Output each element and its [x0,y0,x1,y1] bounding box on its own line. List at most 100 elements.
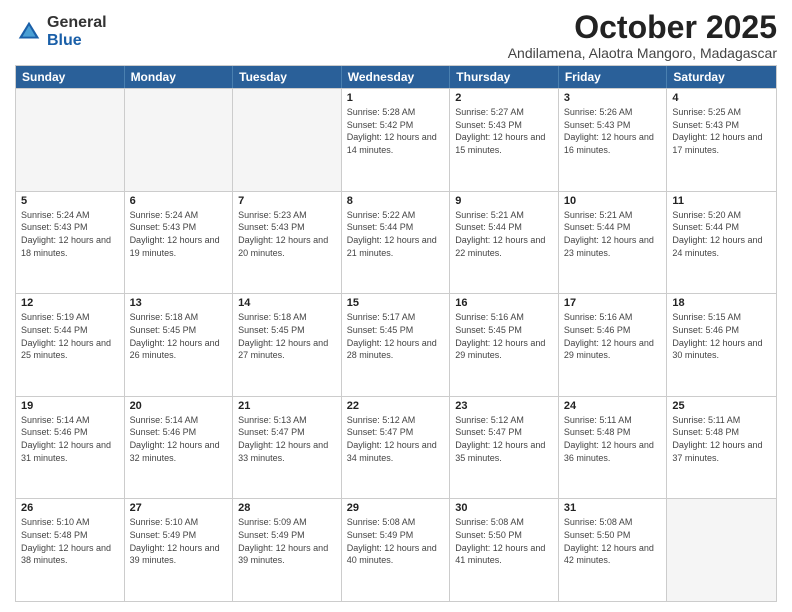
day-number: 2 [455,92,553,104]
day-info: Sunrise: 5:23 AM Sunset: 5:43 PM Dayligh… [238,209,336,259]
day-info: Sunrise: 5:14 AM Sunset: 5:46 PM Dayligh… [130,414,228,464]
day-info: Sunrise: 5:18 AM Sunset: 5:45 PM Dayligh… [130,311,228,361]
day-cell: 11Sunrise: 5:20 AM Sunset: 5:44 PM Dayli… [667,192,776,294]
day-number: 25 [672,400,771,412]
day-cell: 26 Sunrise: 5:10 AM Sunset: 5:48 PM Dayli… [16,499,125,601]
day-info: Sunrise: 5:08 AM Sunset: 5:50 PM Dayligh… [455,516,553,566]
day-info: Sunrise: 5:08 AM Sunset: 5:49 PM Dayligh… [347,516,445,566]
day-info: Sunrise: 5:11 AM Sunset: 5:48 PM Dayligh… [672,414,771,464]
logo-general: General [47,14,107,32]
day-header: Wednesday [342,66,451,88]
day-header: Thursday [450,66,559,88]
month-title: October 2025 [508,10,777,45]
day-number: 12 [21,297,119,309]
day-headers: SundayMondayTuesdayWednesdayThursdayFrid… [16,66,776,88]
day-info: Sunrise: 5:10 AM Sunset: 5:48 PM Dayligh… [21,516,119,566]
day-cell: 29Sunrise: 5:08 AM Sunset: 5:49 PM Dayli… [342,499,451,601]
day-cell: 20Sunrise: 5:14 AM Sunset: 5:46 PM Dayli… [125,397,234,499]
day-cell: 31Sunrise: 5:08 AM Sunset: 5:50 PM Dayli… [559,499,668,601]
day-info: Sunrise: 5:27 AM Sunset: 5:43 PM Dayligh… [455,106,553,156]
day-info: Sunrise: 5:12 AM Sunset: 5:47 PM Dayligh… [347,414,445,464]
day-cell: 22Sunrise: 5:12 AM Sunset: 5:47 PM Dayli… [342,397,451,499]
day-number: 1 [347,92,445,104]
day-info: Sunrise: 5:24 AM Sunset: 5:43 PM Dayligh… [130,209,228,259]
day-info: Sunrise: 5:12 AM Sunset: 5:47 PM Dayligh… [455,414,553,464]
day-cell: 28 Sunrise: 5:09 AM Sunset: 5:49 PM Dayli… [233,499,342,601]
day-info: Sunrise: 5:28 AM Sunset: 5:42 PM Dayligh… [347,106,445,156]
day-info: Sunrise: 5:15 AM Sunset: 5:46 PM Dayligh… [672,311,771,361]
day-cell: 21 Sunrise: 5:13 AM Sunset: 5:47 PM Dayli… [233,397,342,499]
day-cell: 4 Sunrise: 5:25 AM Sunset: 5:43 PM Daylig… [667,89,776,191]
day-number: 14 [238,297,336,309]
calendar: SundayMondayTuesdayWednesdayThursdayFrid… [15,65,777,602]
logo-text: General Blue [47,14,107,49]
day-cell: 10Sunrise: 5:21 AM Sunset: 5:44 PM Dayli… [559,192,668,294]
day-info: Sunrise: 5:21 AM Sunset: 5:44 PM Dayligh… [455,209,553,259]
day-cell: 14 Sunrise: 5:18 AM Sunset: 5:45 PM Dayli… [233,294,342,396]
day-number: 30 [455,502,553,514]
day-number: 21 [238,400,336,412]
day-header: Friday [559,66,668,88]
day-info: Sunrise: 5:11 AM Sunset: 5:48 PM Dayligh… [564,414,662,464]
day-number: 4 [672,92,771,104]
day-header: Tuesday [233,66,342,88]
day-number: 16 [455,297,553,309]
day-cell: 7Sunrise: 5:23 AM Sunset: 5:43 PM Daylig… [233,192,342,294]
week-row: 1 Sunrise: 5:28 AM Sunset: 5:42 PM Daylig… [16,88,776,191]
week-row: 19Sunrise: 5:14 AM Sunset: 5:46 PM Dayli… [16,396,776,499]
location: Andilamena, Alaotra Mangoro, Madagascar [508,45,777,61]
header: General Blue October 2025 Andilamena, Al… [15,10,777,61]
day-info: Sunrise: 5:09 AM Sunset: 5:49 PM Dayligh… [238,516,336,566]
day-cell: 2 Sunrise: 5:27 AM Sunset: 5:43 PM Daylig… [450,89,559,191]
calendar-body: 1 Sunrise: 5:28 AM Sunset: 5:42 PM Daylig… [16,88,776,601]
day-number: 28 [238,502,336,514]
day-number: 11 [672,195,771,207]
day-number: 17 [564,297,662,309]
day-cell: 8Sunrise: 5:22 AM Sunset: 5:44 PM Daylig… [342,192,451,294]
day-info: Sunrise: 5:24 AM Sunset: 5:43 PM Dayligh… [21,209,119,259]
day-cell: 23 Sunrise: 5:12 AM Sunset: 5:47 PM Dayli… [450,397,559,499]
day-info: Sunrise: 5:14 AM Sunset: 5:46 PM Dayligh… [21,414,119,464]
day-cell: 16 Sunrise: 5:16 AM Sunset: 5:45 PM Dayli… [450,294,559,396]
day-info: Sunrise: 5:17 AM Sunset: 5:45 PM Dayligh… [347,311,445,361]
week-row: 26 Sunrise: 5:10 AM Sunset: 5:48 PM Dayli… [16,498,776,601]
day-number: 18 [672,297,771,309]
day-info: Sunrise: 5:18 AM Sunset: 5:45 PM Dayligh… [238,311,336,361]
day-number: 23 [455,400,553,412]
day-number: 9 [455,195,553,207]
title-block: October 2025 Andilamena, Alaotra Mangoro… [508,10,777,61]
day-cell: 27 Sunrise: 5:10 AM Sunset: 5:49 PM Dayli… [125,499,234,601]
day-info: Sunrise: 5:16 AM Sunset: 5:46 PM Dayligh… [564,311,662,361]
page: General Blue October 2025 Andilamena, Al… [0,0,792,612]
day-number: 5 [21,195,119,207]
day-header: Monday [125,66,234,88]
day-cell: 12 Sunrise: 5:19 AM Sunset: 5:44 PM Dayli… [16,294,125,396]
day-info: Sunrise: 5:26 AM Sunset: 5:43 PM Dayligh… [564,106,662,156]
day-info: Sunrise: 5:16 AM Sunset: 5:45 PM Dayligh… [455,311,553,361]
day-info: Sunrise: 5:08 AM Sunset: 5:50 PM Dayligh… [564,516,662,566]
week-row: 12 Sunrise: 5:19 AM Sunset: 5:44 PM Dayli… [16,293,776,396]
day-cell: 17 Sunrise: 5:16 AM Sunset: 5:46 PM Dayli… [559,294,668,396]
day-info: Sunrise: 5:13 AM Sunset: 5:47 PM Dayligh… [238,414,336,464]
day-number: 6 [130,195,228,207]
day-info: Sunrise: 5:25 AM Sunset: 5:43 PM Dayligh… [672,106,771,156]
day-cell: 3Sunrise: 5:26 AM Sunset: 5:43 PM Daylig… [559,89,668,191]
week-row: 5 Sunrise: 5:24 AM Sunset: 5:43 PM Daylig… [16,191,776,294]
day-cell [233,89,342,191]
day-cell: 6 Sunrise: 5:24 AM Sunset: 5:43 PM Daylig… [125,192,234,294]
logo-icon [15,18,43,46]
day-cell: 30 Sunrise: 5:08 AM Sunset: 5:50 PM Dayli… [450,499,559,601]
day-number: 10 [564,195,662,207]
day-cell: 9 Sunrise: 5:21 AM Sunset: 5:44 PM Daylig… [450,192,559,294]
day-cell: 24Sunrise: 5:11 AM Sunset: 5:48 PM Dayli… [559,397,668,499]
day-cell [16,89,125,191]
day-header: Saturday [667,66,776,88]
day-cell: 5 Sunrise: 5:24 AM Sunset: 5:43 PM Daylig… [16,192,125,294]
day-cell: 1 Sunrise: 5:28 AM Sunset: 5:42 PM Daylig… [342,89,451,191]
day-info: Sunrise: 5:19 AM Sunset: 5:44 PM Dayligh… [21,311,119,361]
day-info: Sunrise: 5:22 AM Sunset: 5:44 PM Dayligh… [347,209,445,259]
day-info: Sunrise: 5:10 AM Sunset: 5:49 PM Dayligh… [130,516,228,566]
day-number: 26 [21,502,119,514]
day-number: 27 [130,502,228,514]
day-number: 13 [130,297,228,309]
